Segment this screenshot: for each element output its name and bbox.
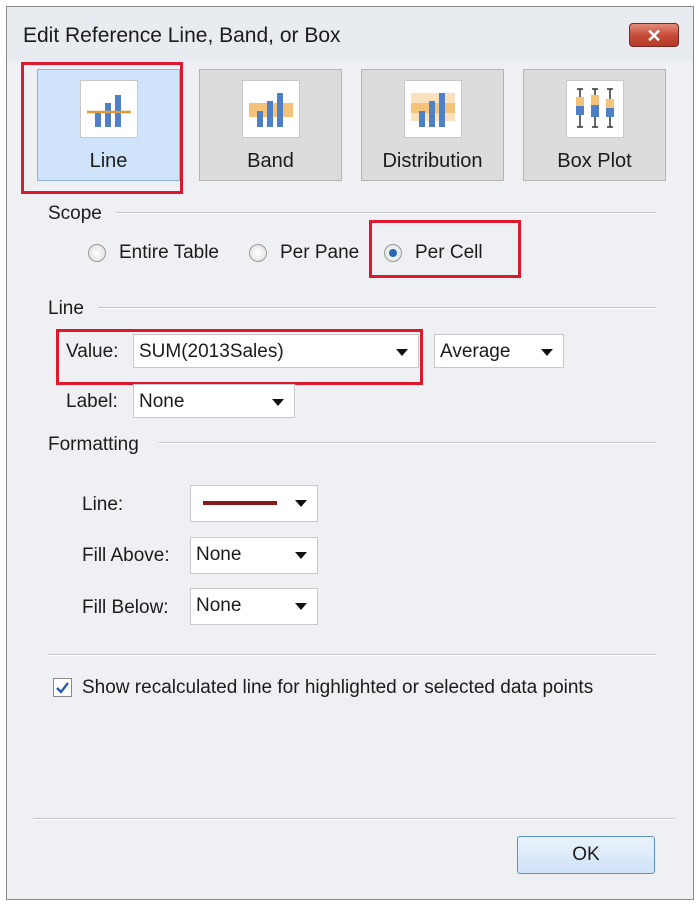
checkmark-icon bbox=[56, 682, 69, 694]
tab-band-label: Band bbox=[247, 150, 294, 172]
footer-divider bbox=[33, 818, 675, 820]
value-dropdown[interactable]: SUM(2013Sales) bbox=[133, 334, 419, 368]
value-label: Value: bbox=[66, 341, 119, 362]
title-bar: Edit Reference Line, Band, or Box ✕ bbox=[7, 7, 693, 61]
line-chart-icon bbox=[80, 80, 138, 138]
tab-distribution[interactable]: Distribution bbox=[361, 69, 504, 181]
scope-heading: Scope bbox=[48, 203, 102, 224]
close-icon: ✕ bbox=[646, 26, 662, 46]
fill-below-value: None bbox=[196, 595, 242, 616]
line-divider bbox=[98, 307, 656, 309]
radio-entire-table-label: Entire Table bbox=[119, 242, 219, 263]
recalculated-line-checkbox[interactable] bbox=[53, 678, 72, 697]
recalc-divider bbox=[48, 654, 656, 656]
chevron-down-icon bbox=[295, 603, 307, 610]
band-chart-icon bbox=[242, 80, 300, 138]
formatting-divider bbox=[159, 442, 656, 444]
fill-above-dropdown[interactable]: None bbox=[190, 537, 318, 574]
line-style-dropdown[interactable] bbox=[190, 485, 318, 522]
close-button[interactable]: ✕ bbox=[629, 23, 679, 47]
radio-per-pane-label: Per Pane bbox=[280, 242, 360, 263]
fill-above-value: None bbox=[196, 544, 242, 565]
radio-per-cell-label: Per Cell bbox=[415, 242, 483, 263]
label-dropdown[interactable]: None bbox=[133, 384, 295, 418]
chevron-down-icon bbox=[396, 349, 408, 356]
distribution-chart-icon bbox=[404, 80, 462, 138]
chevron-down-icon bbox=[541, 349, 553, 356]
fill-below-label: Fill Below: bbox=[82, 597, 169, 618]
formatting-heading: Formatting bbox=[48, 434, 139, 455]
line-heading: Line bbox=[48, 298, 84, 319]
value-dropdown-value: SUM(2013Sales) bbox=[139, 341, 284, 362]
ok-button[interactable]: OK bbox=[517, 836, 655, 874]
radio-entire-table[interactable] bbox=[88, 244, 106, 262]
fill-above-label: Fill Above: bbox=[82, 545, 170, 566]
chevron-down-icon bbox=[272, 399, 284, 406]
fill-below-dropdown[interactable]: None bbox=[190, 588, 318, 625]
tab-box-plot-label: Box Plot bbox=[557, 150, 632, 172]
line-color-swatch bbox=[203, 501, 277, 505]
box-plot-icon bbox=[566, 80, 624, 138]
aggregation-dropdown[interactable]: Average bbox=[434, 334, 564, 368]
scope-divider bbox=[116, 212, 656, 214]
dialog-title: Edit Reference Line, Band, or Box bbox=[23, 24, 341, 47]
radio-per-cell[interactable] bbox=[384, 244, 402, 262]
label-label: Label: bbox=[66, 391, 118, 412]
tab-line-label: Line bbox=[89, 150, 128, 172]
recalculated-line-label: Show recalculated line for highlighted o… bbox=[82, 677, 594, 698]
line-style-label: Line: bbox=[82, 494, 124, 515]
chevron-down-icon bbox=[295, 552, 307, 559]
radio-per-pane[interactable] bbox=[249, 244, 267, 262]
label-dropdown-value: None bbox=[139, 391, 185, 412]
aggregation-dropdown-value: Average bbox=[440, 341, 511, 362]
chevron-down-icon bbox=[295, 500, 307, 507]
tab-distribution-label: Distribution bbox=[382, 150, 483, 172]
tab-box-plot[interactable]: Box Plot bbox=[523, 69, 666, 181]
tab-line[interactable]: Line bbox=[37, 69, 180, 181]
tab-band[interactable]: Band bbox=[199, 69, 342, 181]
